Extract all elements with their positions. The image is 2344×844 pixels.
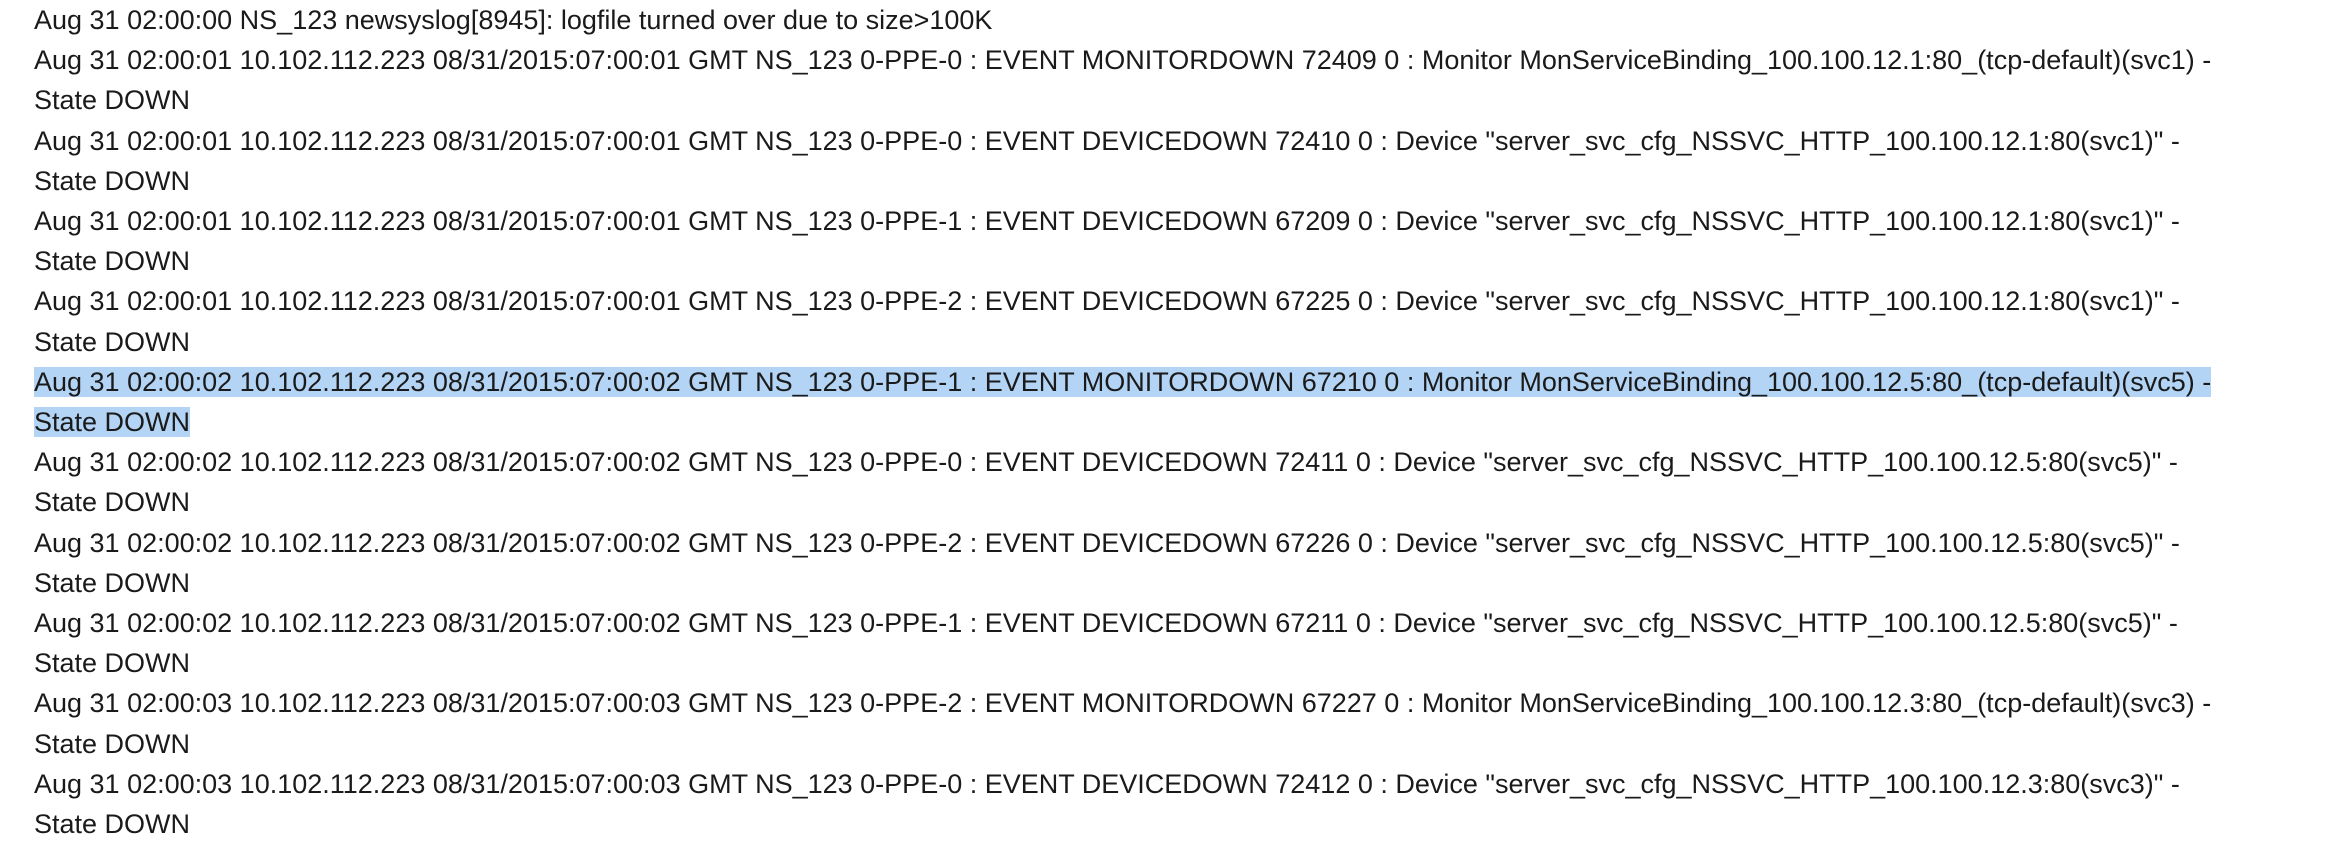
log-entry-text: Aug 31 02:00:01 10.102.112.223 08/31/201…	[34, 206, 2180, 237]
log-entry[interactable]: Aug 31 02:00:03 10.102.112.223 08/31/201…	[34, 683, 2334, 763]
log-entry[interactable]: Aug 31 02:00:02 10.102.112.223 08/31/201…	[34, 603, 2334, 683]
log-entry-continuation: State DOWN	[34, 728, 191, 759]
log-entry-continuation: State DOWN	[34, 648, 191, 679]
log-entry[interactable]: Aug 31 02:00:03 10.102.112.223 08/31/201…	[34, 764, 2334, 844]
log-entry-selected[interactable]: Aug 31 02:00:02 10.102.112.223 08/31/201…	[34, 362, 2334, 442]
log-entry-continuation: State DOWN	[34, 85, 191, 116]
log-entry-continuation: State DOWN	[34, 326, 191, 357]
log-entry-text: Aug 31 02:00:03 10.102.112.223 08/31/201…	[34, 688, 2212, 719]
log-entry-continuation: State DOWN	[34, 246, 191, 277]
log-entry[interactable]: Aug 31 02:00:02 10.102.112.223 08/31/201…	[34, 442, 2334, 522]
log-entry[interactable]: Aug 31 02:00:00 NS_123 newsyslog[8945]: …	[34, 0, 2334, 40]
log-entry-continuation: State DOWN	[34, 407, 191, 438]
log-entry-text: Aug 31 02:00:02 10.102.112.223 08/31/201…	[34, 447, 2178, 478]
log-entry-text: Aug 31 02:00:01 10.102.112.223 08/31/201…	[34, 286, 2180, 317]
log-entry[interactable]: Aug 31 02:00:01 10.102.112.223 08/31/201…	[34, 40, 2334, 120]
log-entry-text: Aug 31 02:00:01 10.102.112.223 08/31/201…	[34, 125, 2180, 156]
log-entry-continuation: State DOWN	[34, 487, 191, 518]
log-entry-continuation: State DOWN	[34, 809, 191, 840]
log-entry-text: Aug 31 02:00:03 10.102.112.223 08/31/201…	[34, 768, 2180, 799]
log-entry-continuation: State DOWN	[34, 165, 191, 196]
log-entry-continuation: State DOWN	[34, 567, 191, 598]
log-entry-text: Aug 31 02:00:02 10.102.112.223 08/31/201…	[34, 366, 2212, 397]
log-entry[interactable]: Aug 31 02:00:01 10.102.112.223 08/31/201…	[34, 201, 2334, 281]
log-entry-text: Aug 31 02:00:01 10.102.112.223 08/31/201…	[34, 45, 2212, 76]
log-viewer[interactable]: Aug 31 02:00:00 NS_123 newsyslog[8945]: …	[0, 0, 2344, 839]
log-entry[interactable]: Aug 31 02:00:01 10.102.112.223 08/31/201…	[34, 281, 2334, 361]
log-entry-text: Aug 31 02:00:02 10.102.112.223 08/31/201…	[34, 608, 2178, 639]
log-entry-text: Aug 31 02:00:00 NS_123 newsyslog[8945]: …	[34, 5, 993, 35]
log-entry[interactable]: Aug 31 02:00:02 10.102.112.223 08/31/201…	[34, 523, 2334, 603]
log-entry-text: Aug 31 02:00:02 10.102.112.223 08/31/201…	[34, 527, 2180, 558]
log-entry[interactable]: Aug 31 02:00:01 10.102.112.223 08/31/201…	[34, 121, 2334, 201]
